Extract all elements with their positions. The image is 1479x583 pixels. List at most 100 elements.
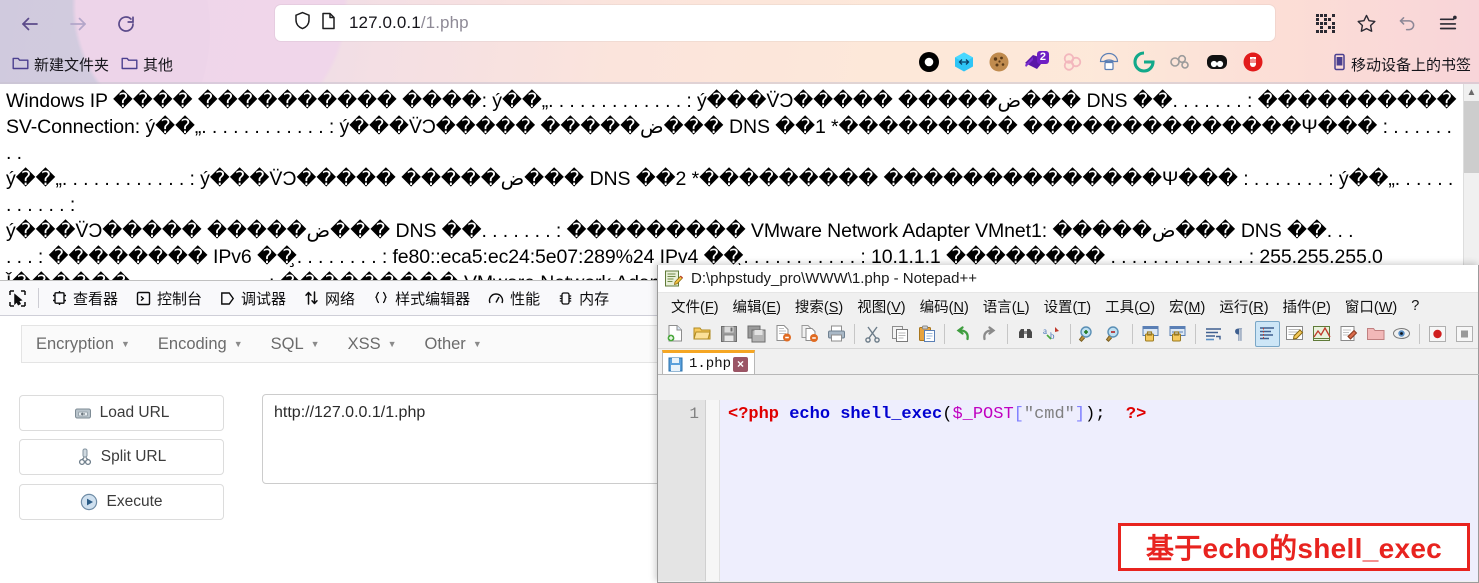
menu-language[interactable]: 语言(L)	[976, 296, 1037, 317]
menu-window[interactable]: 窗口(W)	[1338, 296, 1404, 317]
console-icon	[136, 291, 151, 306]
menu-edit[interactable]: 编辑(E)	[726, 296, 788, 317]
fold-margin[interactable]	[706, 400, 720, 581]
toolbar-separator	[1419, 323, 1421, 344]
close-all-files-icon[interactable]	[798, 321, 823, 347]
qr-code-icon[interactable]	[1308, 7, 1342, 39]
paste-icon[interactable]	[914, 321, 939, 347]
red-block-icon[interactable]	[1242, 51, 1264, 78]
toolbar-separator	[1195, 323, 1197, 344]
word-wrap-icon[interactable]	[1201, 321, 1226, 347]
zoom-in-icon[interactable]	[1076, 321, 1101, 347]
hamburger-menu-icon[interactable]	[1431, 7, 1465, 39]
menu-label: XSS	[347, 334, 381, 353]
scroll-up-arrow[interactable]: ▲	[1464, 84, 1479, 100]
new-file-icon[interactable]	[663, 321, 688, 347]
redo-icon[interactable]	[977, 321, 1002, 347]
url-text: 127.0.0.1/1.php	[349, 13, 469, 33]
replace-icon[interactable]: ab	[1040, 321, 1065, 347]
devtools-tab-memory[interactable]: 内存	[549, 281, 618, 315]
hackbar-menu-other[interactable]: Other ▼	[411, 335, 496, 354]
cut-scissors-icon[interactable]	[860, 321, 885, 347]
menu-encoding[interactable]: 编码(N)	[913, 296, 976, 317]
toolbar-separator	[1132, 323, 1134, 344]
debugger-icon	[220, 291, 235, 306]
editor-tab-1php[interactable]: 1.php ×	[662, 350, 756, 375]
close-file-icon[interactable]	[771, 321, 796, 347]
star-bookmark-icon[interactable]	[1349, 7, 1383, 39]
sync-horizontal-scroll-icon[interactable]	[1165, 321, 1190, 347]
open-folder-icon[interactable]	[690, 321, 715, 347]
menu-file[interactable]: 文件(F)	[664, 296, 726, 317]
element-picker-icon[interactable]	[0, 281, 34, 315]
menu-view[interactable]: 视图(V)	[850, 296, 912, 317]
undo-history-icon[interactable]	[1390, 7, 1424, 39]
address-bar[interactable]: 127.0.0.1/1.php	[275, 5, 1275, 41]
translate-globe-icon[interactable]	[1098, 51, 1120, 78]
stop-macro-icon[interactable]	[1452, 321, 1477, 347]
menu-settings[interactable]: 设置(T)	[1037, 296, 1099, 317]
bookmark-item-other[interactable]: 其他	[121, 54, 173, 75]
function-list-icon[interactable]	[1336, 321, 1361, 347]
close-tab-icon[interactable]: ×	[733, 356, 749, 372]
g-circle-icon[interactable]	[1133, 50, 1155, 78]
split-url-button[interactable]: Split URL	[19, 439, 224, 475]
button-label: Load URL	[99, 404, 170, 421]
black-panda-icon[interactable]	[1205, 51, 1229, 78]
chevron-down-icon: ▼	[310, 339, 320, 349]
user-defined-language-icon[interactable]	[1282, 321, 1307, 347]
notepadpp-title-bar[interactable]: D:\phpstudy_pro\WWW\1.php - Notepad++	[658, 265, 1478, 293]
gray-rings-icon[interactable]	[1168, 51, 1192, 78]
sync-vertical-scroll-icon[interactable]	[1138, 321, 1163, 347]
forward-button[interactable]	[62, 8, 94, 40]
devtools-tab-network[interactable]: 网络	[295, 281, 364, 315]
mobile-bookmarks-item[interactable]: 移动设备上的书签	[1332, 46, 1471, 82]
menu-help[interactable]: ?	[1404, 298, 1426, 314]
find-binoculars-icon[interactable]	[1013, 321, 1038, 347]
tab-label: 性能	[510, 290, 541, 308]
hackbar-menu-encoding[interactable]: Encoding ▼	[144, 335, 257, 354]
record-macro-icon[interactable]	[1425, 321, 1450, 347]
back-button[interactable]	[14, 8, 46, 40]
opera-ring-icon[interactable]	[918, 51, 940, 78]
devtools-tab-console[interactable]: 控制台	[127, 281, 211, 315]
undo-icon[interactable]	[950, 321, 975, 347]
folder-as-workspace-icon[interactable]	[1363, 321, 1388, 347]
zoom-out-icon[interactable]	[1102, 321, 1127, 347]
purple-badge-icon[interactable]: 2	[1023, 50, 1049, 78]
reload-button[interactable]	[110, 8, 142, 40]
hackbar-menu-xss[interactable]: XSS ▼	[334, 335, 411, 354]
menu-search[interactable]: 搜索(S)	[788, 296, 850, 317]
menu-run[interactable]: 运行(R)	[1212, 296, 1275, 317]
load-url-button[interactable]: Load URL	[19, 395, 224, 431]
bookmark-item-new-folder[interactable]: 新建文件夹	[12, 54, 109, 75]
annotation-box: 基于echo的shell_exec	[1118, 523, 1470, 571]
hackbar-menu-encryption[interactable]: Encryption ▼	[22, 335, 144, 354]
hackbar-menu-sql[interactable]: SQL ▼	[257, 335, 334, 354]
execute-button[interactable]: Execute	[19, 484, 224, 520]
badge-count: 2	[1036, 50, 1049, 64]
devtools-tab-debugger[interactable]: 调试器	[211, 281, 295, 315]
show-indent-guide-icon[interactable]	[1254, 320, 1280, 347]
menu-tools[interactable]: 工具(O)	[1098, 296, 1162, 317]
devtools-tab-style-editor[interactable]: 样式编辑器	[364, 281, 479, 315]
cookie-icon[interactable]	[988, 51, 1010, 78]
devtools-tab-inspector[interactable]: 查看器	[43, 281, 127, 315]
menu-plugins[interactable]: 插件(P)	[1276, 296, 1338, 317]
folder-icon	[12, 55, 29, 74]
document-map-icon[interactable]	[1309, 321, 1334, 347]
show-all-characters-icon[interactable]: ¶	[1228, 321, 1253, 347]
cube-blue-icon[interactable]	[953, 51, 975, 78]
save-all-icon[interactable]	[744, 321, 769, 347]
save-icon[interactable]	[717, 321, 742, 347]
pink-rings-icon[interactable]	[1061, 51, 1085, 78]
style-editor-braces-icon	[373, 291, 389, 306]
copy-icon[interactable]	[887, 321, 912, 347]
page-scrollbar[interactable]: ▲	[1463, 84, 1479, 280]
annotation-text: 基于echo的shell_exec	[1145, 533, 1443, 564]
show-whitespace-eye-icon[interactable]	[1389, 321, 1414, 347]
devtools-tab-performance[interactable]: 性能	[479, 281, 549, 315]
scrollbar-thumb[interactable]	[1464, 101, 1479, 173]
print-icon[interactable]	[824, 321, 849, 347]
menu-macro[interactable]: 宏(M)	[1162, 296, 1212, 317]
